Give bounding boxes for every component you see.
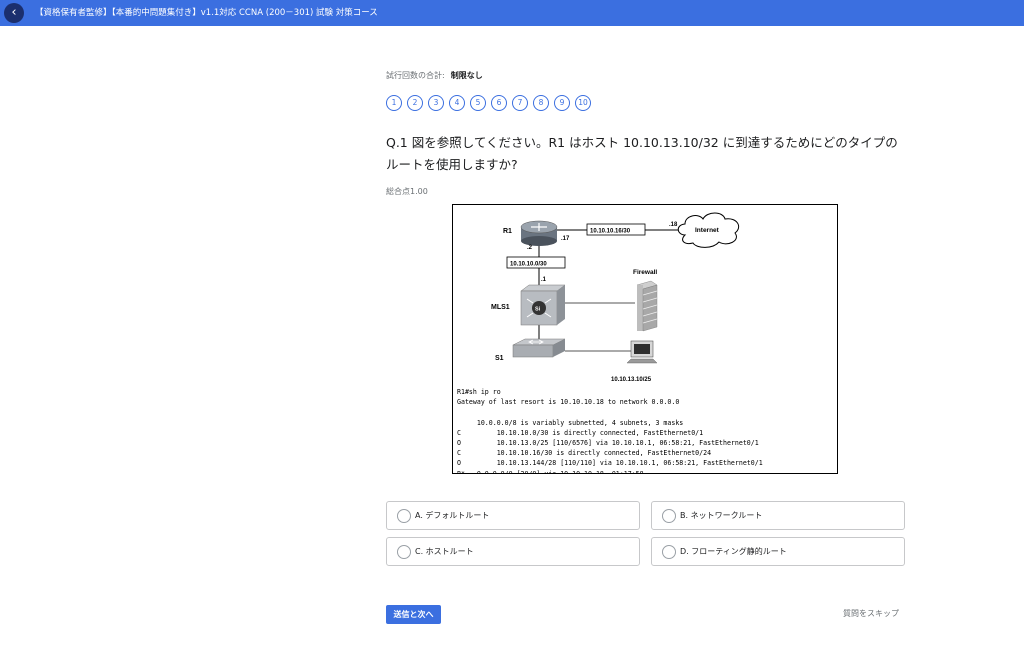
question-number-button[interactable]: 10 bbox=[575, 95, 591, 111]
s1-label: S1 bbox=[495, 355, 504, 362]
skip-question-link[interactable]: 質問をスキップ bbox=[843, 608, 899, 619]
course-title: 【資格保有者監修】【本番的中問題集付き】v1.1対応 CCNA (200－301… bbox=[35, 8, 378, 18]
question-number-button[interactable]: 9 bbox=[554, 95, 570, 111]
r1-top-if-label: .17 bbox=[561, 236, 570, 242]
pc-icon bbox=[626, 340, 658, 364]
radio-circle-icon[interactable] bbox=[397, 509, 411, 523]
question-number-button[interactable]: 3 bbox=[428, 95, 444, 111]
internet-if-label: .18 bbox=[669, 222, 678, 228]
answer-option-d[interactable]: D. フローティング静的ルート bbox=[651, 537, 905, 566]
r1-bottom-if-label: .2 bbox=[527, 245, 533, 251]
question-number-button[interactable]: 7 bbox=[512, 95, 528, 111]
attempts-info: 試行回数の合計: 制限なし bbox=[386, 70, 483, 81]
question-text: Q.1 図を参照してください。R1 はホスト 10.10.13.10/32 に到… bbox=[386, 135, 898, 172]
back-button[interactable]: ‹ bbox=[4, 3, 24, 23]
switch-icon bbox=[512, 338, 566, 358]
radio-circle-icon[interactable] bbox=[662, 509, 676, 523]
answer-option-a[interactable]: A. デフォルトルート bbox=[386, 501, 640, 530]
internet-label: Internet bbox=[695, 227, 720, 234]
answer-label: D. フローティング静的ルート bbox=[680, 547, 787, 556]
question-number-button[interactable]: 5 bbox=[470, 95, 486, 111]
answer-option-c[interactable]: C. ホストルート bbox=[386, 537, 640, 566]
question-number-button[interactable]: 1 bbox=[386, 95, 402, 111]
question-number-button[interactable]: 8 bbox=[533, 95, 549, 111]
score-label: 総合点1.00 bbox=[386, 187, 428, 196]
host-network-label: 10.10.13.10/25 bbox=[611, 377, 652, 383]
submit-next-button[interactable]: 送信と次へ bbox=[386, 605, 441, 624]
link-left-label: 10.10.10.0/30 bbox=[510, 262, 547, 268]
network-diagram: R1 .17 .2 10.10.10.16/30 .18 Internet 10… bbox=[452, 204, 838, 474]
answer-option-b[interactable]: B. ネットワークルート bbox=[651, 501, 905, 530]
topology-svg: R1 .17 .2 10.10.10.16/30 .18 Internet 10… bbox=[491, 212, 740, 383]
routing-table-output: R1#sh ip ro Gateway of last resort is 10… bbox=[457, 388, 763, 474]
radio-circle-icon[interactable] bbox=[662, 545, 676, 559]
multilayer-switch-icon bbox=[520, 284, 566, 326]
mls1-label: MLS1 bbox=[491, 304, 510, 311]
chevron-left-icon: ‹ bbox=[11, 5, 17, 20]
si-label: Si bbox=[535, 307, 541, 313]
link-top-label: 10.10.10.16/30 bbox=[590, 229, 631, 235]
router-icon bbox=[520, 220, 558, 246]
firewall-icon bbox=[636, 280, 658, 332]
attempts-value: 制限なし bbox=[450, 71, 483, 80]
r1-label: R1 bbox=[503, 228, 512, 235]
answer-label: C. ホストルート bbox=[415, 547, 474, 556]
question-number-button[interactable]: 4 bbox=[449, 95, 465, 111]
top-bar: ‹ 【資格保有者監修】【本番的中問題集付き】v1.1対応 CCNA (200－3… bbox=[0, 0, 1024, 26]
question-navigation: 1 2 3 4 5 6 7 8 9 10 bbox=[386, 95, 591, 111]
attempts-label: 試行回数の合計: bbox=[386, 71, 445, 80]
answer-label: A. デフォルトルート bbox=[415, 511, 490, 520]
radio-circle-icon[interactable] bbox=[397, 545, 411, 559]
firewall-label: Firewall bbox=[633, 269, 657, 276]
question-number-button[interactable]: 2 bbox=[407, 95, 423, 111]
answer-label: B. ネットワークルート bbox=[680, 511, 763, 520]
mls-if-label: .1 bbox=[541, 277, 547, 283]
question-number-button[interactable]: 6 bbox=[491, 95, 507, 111]
